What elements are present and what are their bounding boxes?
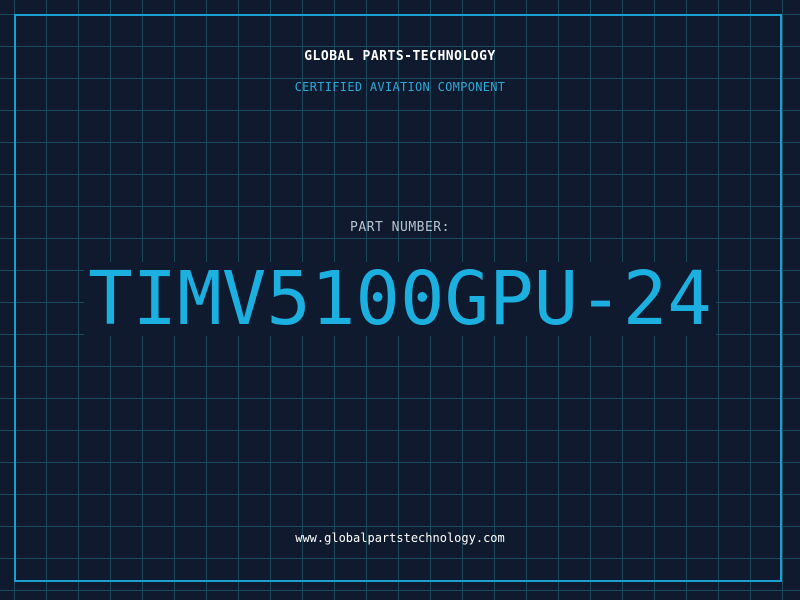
website-url: www.globalpartstechnology.com: [295, 531, 505, 545]
part-number-label: PART NUMBER:: [350, 220, 450, 235]
certification-subtitle: CERTIFIED AVIATION COMPONENT: [294, 80, 506, 94]
part-number-value: TIMV5100GPU-24: [84, 262, 716, 336]
company-name: GLOBAL PARTS-TECHNOLOGY: [304, 49, 496, 64]
part-number-container: TIMV5100GPU-24: [0, 262, 800, 336]
